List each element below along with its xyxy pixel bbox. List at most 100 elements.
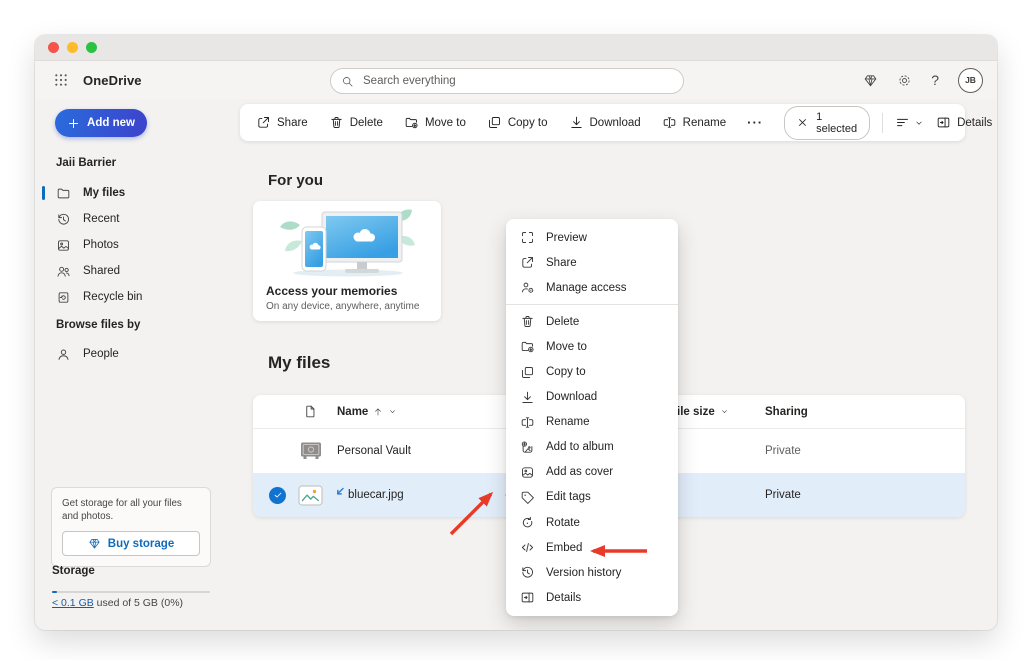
command-toolbar: Share Delete Move to Copy to Download Re… (240, 104, 965, 141)
account-avatar[interactable]: JB (958, 68, 983, 93)
toolbar-copy-to-button[interactable]: Copy to (487, 115, 548, 130)
menu-item-add-to-album[interactable]: Add to album (506, 435, 678, 460)
app-launcher-icon[interactable] (53, 72, 69, 88)
menu-item-embed[interactable]: Embed (506, 535, 678, 560)
file-context-menu: Preview Share Manage access Delete Move … (506, 219, 678, 616)
for-you-card-title: Access your memories (266, 284, 441, 298)
sidebar-item-photos[interactable]: Photos (35, 232, 250, 258)
buy-storage-button[interactable]: Buy storage (62, 531, 200, 556)
menu-label: Embed (546, 542, 582, 554)
toolbar-share-button[interactable]: Share (256, 115, 308, 130)
menu-label: Add as cover (546, 466, 613, 478)
menu-item-copy-to[interactable]: Copy to (506, 359, 678, 384)
menu-item-share[interactable]: Share (506, 250, 678, 275)
sidebar-item-recycle-bin[interactable]: Recycle bin (35, 284, 250, 310)
chevron-down-icon (720, 407, 729, 416)
view-sort-button[interactable] (895, 115, 924, 130)
toolbar-delete-label: Delete (350, 117, 383, 129)
add-as-cover-icon (520, 465, 535, 480)
details-label: Details (957, 117, 992, 129)
close-window-button[interactable] (48, 42, 59, 53)
details-pane-button[interactable]: Details (936, 115, 992, 130)
diamond-icon (88, 537, 101, 550)
details-icon (520, 590, 535, 605)
rename-icon (520, 415, 535, 430)
move-to-icon (404, 115, 419, 130)
toolbar-download-button[interactable]: Download (569, 115, 641, 130)
person-icon (56, 347, 71, 362)
sidebar-item-people[interactable]: People (35, 341, 250, 367)
toolbar-more-button[interactable]: ··· (747, 115, 763, 130)
search-box[interactable] (330, 68, 684, 94)
settings-gear-icon[interactable] (897, 73, 912, 88)
premium-diamond-icon[interactable] (863, 73, 878, 88)
file-type-column-icon (303, 404, 318, 419)
name-column-header[interactable]: Name (337, 406, 505, 418)
menu-label: Details (546, 592, 581, 604)
menu-item-move-to[interactable]: Move to (506, 334, 678, 359)
toolbar-delete-button[interactable]: Delete (329, 115, 383, 130)
menu-item-version-history[interactable]: Version history (506, 560, 678, 585)
selection-count-label: 1 selected (816, 111, 857, 135)
toolbar-rename-button[interactable]: Rename (662, 115, 726, 130)
menu-item-add-as-cover[interactable]: Add as cover (506, 460, 678, 485)
minimize-window-button[interactable] (67, 42, 78, 53)
row-selected-checkbox[interactable] (269, 487, 286, 504)
menu-label: Rotate (546, 517, 580, 529)
sidebar-label-shared: Shared (83, 265, 120, 277)
sidebar-item-shared[interactable]: Shared (35, 258, 250, 284)
sidebar-item-recent[interactable]: Recent (35, 206, 250, 232)
add-to-album-icon (520, 440, 535, 455)
rotate-icon (520, 515, 535, 530)
toolbar-download-label: Download (590, 117, 641, 129)
toolbar-divider (882, 113, 883, 133)
share-icon (520, 255, 535, 270)
copy-to-icon (520, 365, 535, 380)
menu-item-manage-access[interactable]: Manage access (506, 275, 678, 300)
toolbar-move-to-button[interactable]: Move to (404, 115, 466, 130)
storage-used-link[interactable]: < 0.1 GB (52, 597, 94, 609)
search-icon (341, 75, 354, 88)
menu-item-rename[interactable]: Rename (506, 410, 678, 435)
menu-label: Add to album (546, 441, 614, 453)
sharing-column-header[interactable]: Sharing (765, 406, 965, 418)
toolbar-rename-label: Rename (683, 117, 726, 129)
memories-illustration (262, 207, 432, 277)
toolbar-copy-to-label: Copy to (508, 117, 548, 129)
folder-icon (56, 186, 71, 201)
storage-heading: Storage (52, 565, 95, 577)
menu-item-details[interactable]: Details (506, 585, 678, 610)
menu-item-download[interactable]: Download (506, 385, 678, 410)
avatar-initials: JB (965, 75, 976, 85)
onedrive-window: OneDrive ? JB Add new Share Delete Move … (35, 35, 997, 630)
menu-label: Preview (546, 232, 587, 244)
menu-label: Version history (546, 567, 621, 579)
sidebar-label-my-files: My files (83, 187, 125, 199)
help-icon[interactable]: ? (931, 73, 939, 87)
zoom-window-button[interactable] (86, 42, 97, 53)
menu-label: Share (546, 257, 577, 269)
check-icon (273, 490, 283, 500)
menu-item-preview[interactable]: Preview (506, 225, 678, 250)
copy-to-icon (487, 115, 502, 130)
sharing-value: Private (765, 489, 965, 501)
clear-selection-pill[interactable]: 1 selected (784, 106, 870, 140)
menu-item-edit-tags[interactable]: Edit tags (506, 485, 678, 510)
menu-item-delete[interactable]: Delete (506, 309, 678, 334)
storage-usage-text: < 0.1 GB used of 5 GB (0%) (52, 597, 183, 609)
sidebar-item-my-files[interactable]: My files (35, 180, 250, 206)
preview-icon (520, 230, 535, 245)
recycle-bin-icon (56, 290, 71, 305)
move-to-icon (520, 339, 535, 354)
menu-item-rotate[interactable]: Rotate (506, 510, 678, 535)
for-you-card-subtitle: On any device, anywhere, anytime (266, 301, 441, 312)
file-name-personal-vault[interactable]: Personal Vault (337, 445, 505, 457)
delete-icon (329, 115, 344, 130)
for-you-card[interactable]: Access your memories On any device, anyw… (253, 201, 441, 321)
file-name-bluecar[interactable]: bluecar.jpg (337, 489, 505, 501)
search-input[interactable] (361, 74, 673, 88)
sidebar-label-recent: Recent (83, 213, 119, 225)
my-files-heading: My files (268, 353, 330, 373)
edit-tags-icon (520, 490, 535, 505)
file-size-column-header[interactable]: File size (670, 406, 765, 418)
